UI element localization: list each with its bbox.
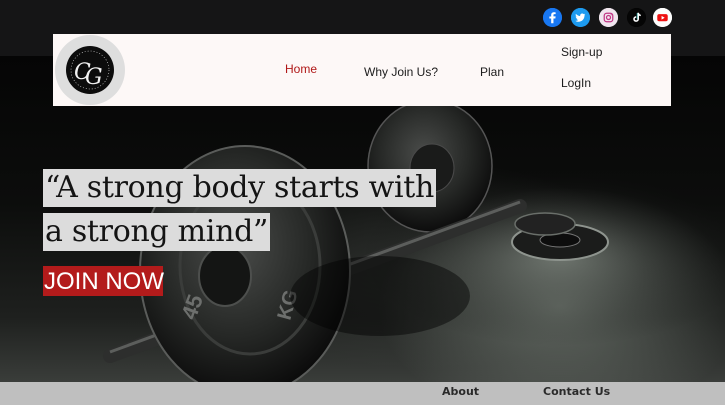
join-now-button[interactable]: JOIN NOW xyxy=(43,266,164,296)
footer-about-link[interactable]: About xyxy=(442,385,479,398)
nav-why-join[interactable]: Why Join Us? xyxy=(364,65,438,79)
instagram-icon[interactable] xyxy=(599,8,618,27)
brand-logo[interactable]: C G xyxy=(54,35,126,105)
nav-plan[interactable]: Plan xyxy=(480,65,504,79)
twitter-icon[interactable] xyxy=(571,8,590,27)
hero-quote-line-1: “A strong body starts with xyxy=(43,169,437,207)
footer-bar xyxy=(0,382,725,405)
footer-contact-link[interactable]: Contact Us xyxy=(543,385,610,398)
facebook-icon[interactable] xyxy=(543,8,562,27)
nav-home[interactable]: Home xyxy=(285,62,317,76)
nav-signup[interactable]: Sign-up xyxy=(561,45,602,59)
nav-login[interactable]: LogIn xyxy=(561,76,591,90)
svg-text:G: G xyxy=(85,65,103,90)
youtube-icon[interactable] xyxy=(653,8,672,27)
tiktok-icon[interactable] xyxy=(627,8,646,27)
hero-quote-line-2: a strong mind” xyxy=(43,213,271,251)
